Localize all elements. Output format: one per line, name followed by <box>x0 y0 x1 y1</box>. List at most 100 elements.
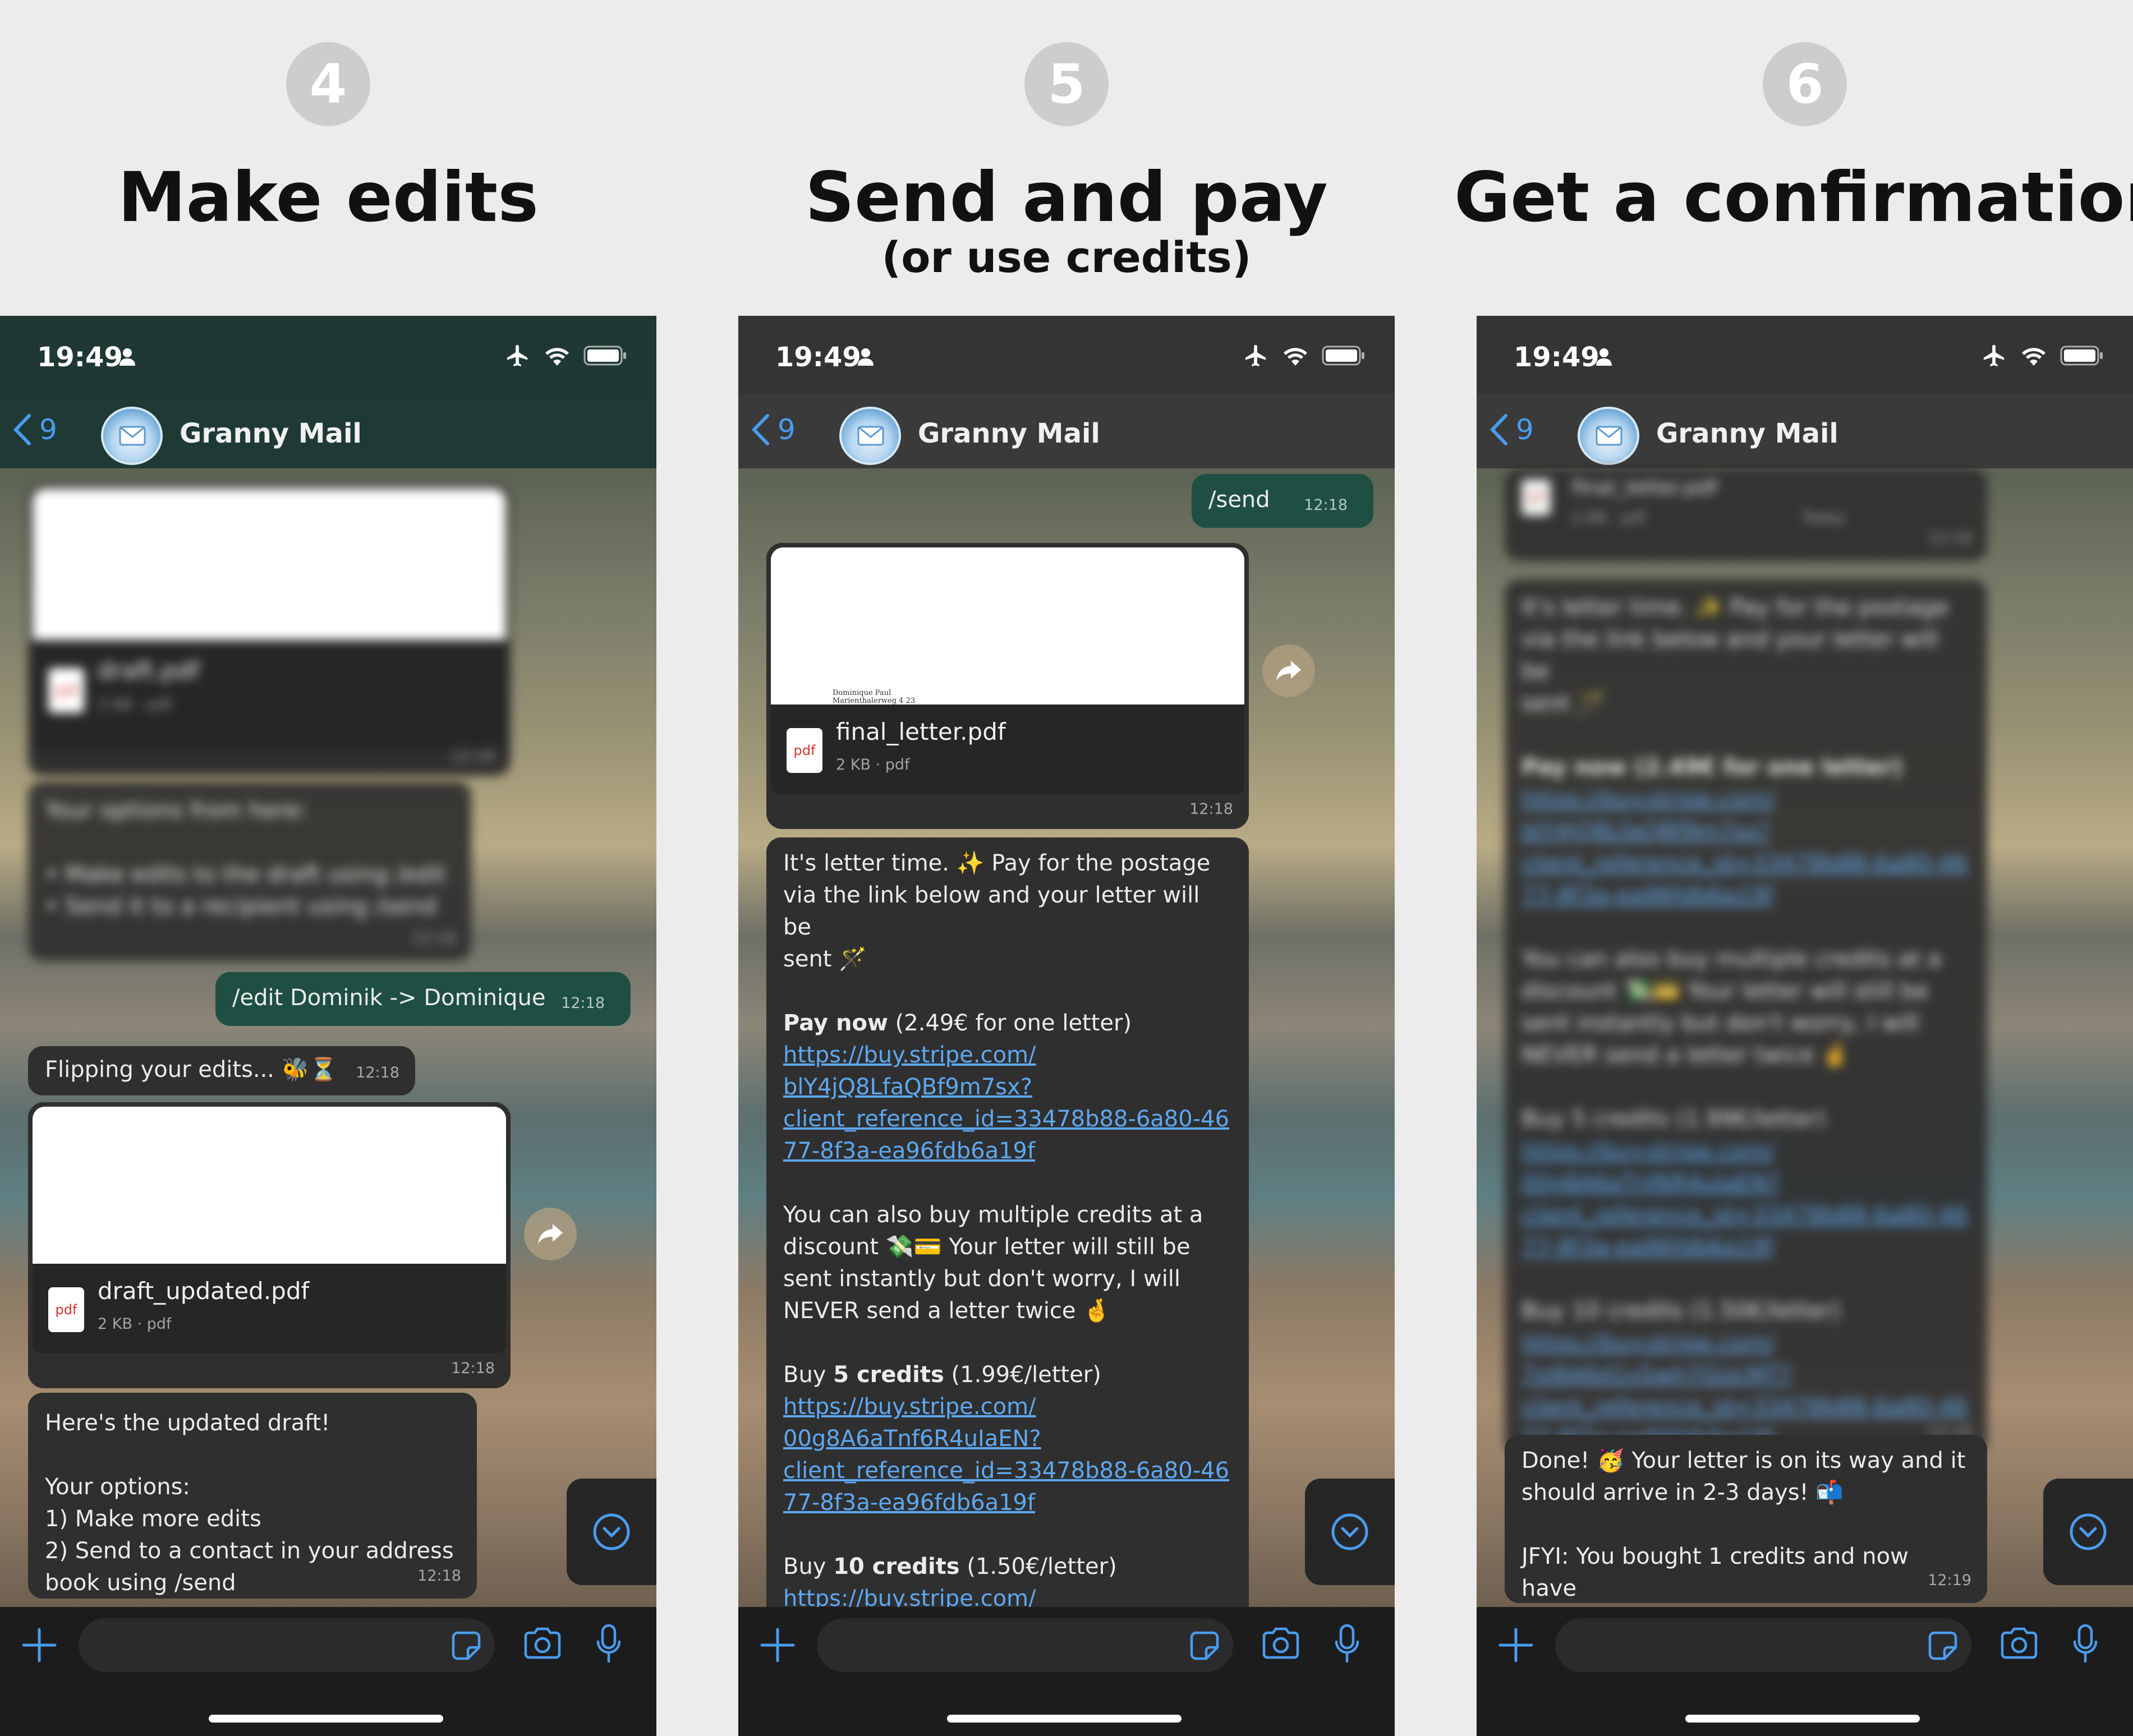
forward-button[interactable] <box>1262 644 1315 697</box>
wifi-icon <box>545 348 569 366</box>
pdf-icon: pdf <box>48 668 84 713</box>
back-button[interactable]: 9 <box>751 413 796 446</box>
chat-name[interactable]: Granny Mail <box>918 418 1100 449</box>
preview-sender-address: Marienthalerweg 4 23 <box>833 697 916 705</box>
scroll-down-button[interactable] <box>1305 1479 1395 1585</box>
step-column-send-and-pay: 5 Send and pay (or use credits) 19:49 9 … <box>738 0 1395 1736</box>
message-compose-bar <box>0 1607 656 1736</box>
blurred-file-name: final_letter.pdf <box>1572 476 1718 499</box>
outgoing-send-command: /send 12:18 <box>1192 474 1373 528</box>
file-meta: 2 KB · pdf <box>836 756 910 773</box>
pdf-preview[interactable]: Dominique Paul Marienthalerweg 4 23 <box>771 547 1244 705</box>
person-icon <box>1596 348 1612 366</box>
chat-name[interactable]: Granny Mail <box>180 418 362 449</box>
blurred-credits-info: You can also buy multiple credits at a d… <box>1521 946 1942 1068</box>
avatar[interactable] <box>839 407 901 465</box>
pay-now-link[interactable]: https://buy.stripe.com/ blY4jQ8LfaQBf9m7… <box>783 1039 1232 1167</box>
back-chevron-icon <box>1490 414 1507 445</box>
blurred-document-message[interactable]: pdf draft.pdf 2 KB · pdf 12:18 <box>28 484 511 776</box>
back-count: 9 <box>1516 413 1534 446</box>
credits-info: You can also buy multiple credits at a d… <box>783 1202 1203 1324</box>
timestamp: 12:18 <box>451 1360 495 1377</box>
airplane-icon <box>1245 344 1266 367</box>
back-button[interactable]: 9 <box>1489 413 1534 446</box>
battery-icon <box>1322 346 1364 366</box>
plus-icon[interactable] <box>21 1627 57 1663</box>
plus-icon[interactable] <box>760 1627 796 1663</box>
step-title: Send and pay <box>805 158 1328 237</box>
message-input[interactable] <box>817 1618 1233 1672</box>
timestamp: 12:18 <box>561 994 605 1012</box>
buy-10-prefix: Buy <box>783 1554 834 1580</box>
file-meta: 2 KB · pdf <box>98 1315 172 1333</box>
updated-draft-message: Here's the updated draft! Your options: … <box>28 1393 477 1599</box>
updated-draft-text: Here's the updated draft! Your options: … <box>45 1410 454 1596</box>
back-count: 9 <box>39 413 57 446</box>
status-time: 19:49 <box>37 342 123 373</box>
message-compose-bar <box>738 1607 1395 1736</box>
timestamp: 12:18 <box>356 1064 399 1081</box>
scroll-down-icon <box>593 1513 630 1550</box>
person-icon <box>119 348 135 366</box>
camera-icon[interactable] <box>523 1627 562 1660</box>
blurred-buy-5: Buy 5 credits (1.99€/letter) <box>1521 1106 1826 1132</box>
pdf-icon: pdf <box>787 728 822 773</box>
message-compose-bar <box>1477 1607 2133 1736</box>
pdf-icon: pdf <box>48 1287 84 1332</box>
buy-5-price: (1.99€/letter) <box>944 1362 1101 1388</box>
chat-header: 9 Granny Mail <box>738 394 1395 468</box>
microphone-icon[interactable] <box>2072 1624 2098 1664</box>
blurred-options-text: Your options from here: • Make edits to … <box>45 798 447 919</box>
microphone-icon[interactable] <box>596 1624 622 1664</box>
blurred-file-meta: 2 KB · pdf <box>1572 509 1646 527</box>
outgoing-edit-command: /edit Dominik -> Dominique 12:18 <box>215 972 631 1026</box>
document-message-draft-updated[interactable]: pdf draft_updated.pdf 2 KB · pdf 12:18 <box>28 1102 511 1388</box>
envelope-icon <box>119 426 146 446</box>
envelope-icon <box>857 426 884 446</box>
blurred-buy-5-link: https://buy.stripe.com/ 00g8A6aTnf6R4uIa… <box>1521 1138 1968 1260</box>
flipping-text: Flipping your edits... 🐝⏳ <box>45 1057 338 1083</box>
message-input[interactable] <box>79 1618 495 1672</box>
sticker-icon[interactable] <box>450 1629 482 1662</box>
forward-button[interactable] <box>524 1208 577 1260</box>
step-number: 4 <box>286 42 370 126</box>
confirmation-message: Done! 🥳 Your letter is on its way and it… <box>1505 1435 1987 1633</box>
sticker-icon[interactable] <box>1927 1629 1959 1662</box>
step-title: Get a confirmation <box>1454 158 2133 237</box>
pay-now-label: Pay now <box>783 1010 888 1036</box>
scroll-down-button[interactable] <box>2043 1479 2133 1585</box>
buy-5-link[interactable]: https://buy.stripe.com/ 00g8A6aTnf6R4uIa… <box>783 1391 1232 1519</box>
file-name: draft_updated.pdf <box>98 1277 310 1305</box>
document-message-final-letter[interactable]: Dominique Paul Marienthalerweg 4 23 pdf … <box>766 543 1249 829</box>
step-column-get-confirmation: 6 Get a confirmation 19:49 9 Granny Mail <box>1454 0 2133 1736</box>
back-button[interactable]: 9 <box>12 413 57 446</box>
home-indicator <box>209 1715 443 1723</box>
plus-icon[interactable] <box>1498 1627 1534 1663</box>
phone-screen: 19:49 9 Granny Mail pdf final_letter.pdf… <box>1477 316 2133 1736</box>
microphone-icon[interactable] <box>1334 1624 1360 1664</box>
payment-intro: It's letter time. ✨ Pay for the postage … <box>783 850 1211 972</box>
avatar[interactable] <box>1578 407 1639 465</box>
blurred-file-name: draft.pdf <box>98 657 200 684</box>
sticker-icon[interactable] <box>1188 1629 1221 1662</box>
step-number: 5 <box>1024 42 1109 126</box>
preview-sender-name: Dominique Paul <box>833 689 891 697</box>
camera-icon[interactable] <box>1262 1627 1300 1660</box>
flipping-message: Flipping your edits... 🐝⏳ 12:18 <box>28 1046 415 1095</box>
chat-name[interactable]: Granny Mail <box>1656 418 1838 449</box>
message-input[interactable] <box>1555 1618 1971 1672</box>
edit-command-text: /edit Dominik -> Dominique <box>232 985 546 1011</box>
airplane-icon <box>1983 344 2005 367</box>
status-bar: 19:49 <box>0 316 656 394</box>
buy-10-price: (1.50€/letter) <box>959 1554 1117 1580</box>
airplane-icon <box>507 344 528 367</box>
scroll-down-icon <box>2070 1513 2107 1550</box>
scroll-down-button[interactable] <box>567 1479 656 1585</box>
status-bar: 19:49 <box>1477 316 2133 394</box>
blurred-document-message: pdf final_letter.pdf 2 KB · pdf Today 12… <box>1505 468 1987 561</box>
avatar[interactable] <box>101 407 163 465</box>
buy-5-prefix: Buy <box>783 1362 834 1388</box>
blurred-buy-10: Buy 10 credits (1.50€/letter) <box>1521 1298 1841 1324</box>
pdf-preview[interactable] <box>33 1107 506 1264</box>
camera-icon[interactable] <box>2000 1627 2038 1660</box>
